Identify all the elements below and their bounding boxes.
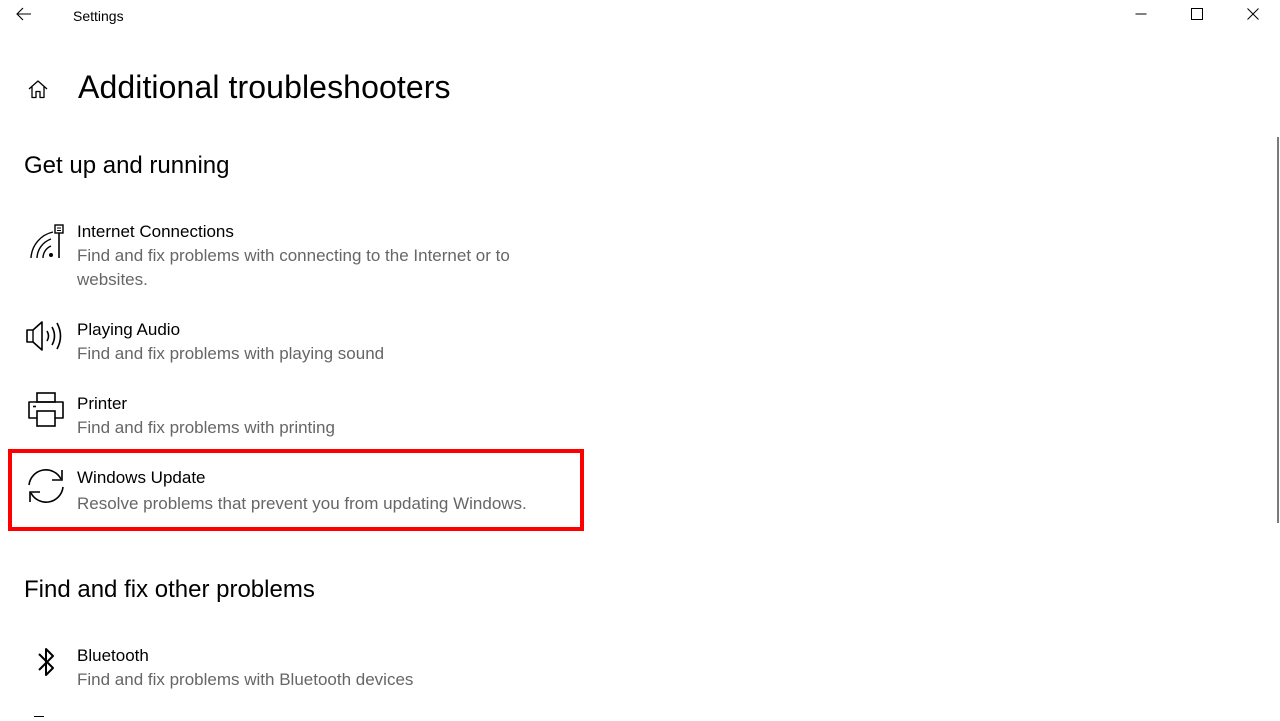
app-title: Settings xyxy=(73,8,124,24)
page-header: Additional troubleshooters xyxy=(24,62,451,112)
speaker-icon xyxy=(24,314,68,358)
section-title-find-and-fix-other-problems: Find and fix other problems xyxy=(24,576,315,603)
item-title: Internet Connections xyxy=(77,222,234,241)
printer-icon xyxy=(24,388,68,432)
section-title-get-up-and-running: Get up and running xyxy=(24,152,230,179)
item-description: Find and fix problems with playing sound xyxy=(77,344,385,363)
maximize-icon xyxy=(1191,7,1203,25)
title-bar: Settings xyxy=(0,0,1280,32)
troubleshooter-windows-update[interactable]: Windows Update Resolve problems that pre… xyxy=(14,464,580,520)
item-title: Printer xyxy=(77,394,128,413)
item-title: Bluetooth xyxy=(77,646,149,665)
minimize-icon xyxy=(1135,7,1147,25)
back-arrow-icon xyxy=(16,7,32,26)
maximize-button[interactable] xyxy=(1174,0,1220,32)
internet-connection-icon xyxy=(24,220,68,264)
troubleshooter-playing-audio[interactable]: Playing Audio Find and fix problems with… xyxy=(14,316,580,372)
item-title: Playing Audio xyxy=(77,320,181,339)
item-description: Find and fix problems with Bluetooth dev… xyxy=(77,670,414,689)
item-description: Find and fix problems with printing xyxy=(77,418,335,437)
close-button[interactable] xyxy=(1230,0,1276,32)
back-button[interactable] xyxy=(10,4,38,28)
scrollbar[interactable] xyxy=(1277,137,1279,523)
item-title: Windows Update xyxy=(77,468,206,487)
bluetooth-icon xyxy=(24,640,68,684)
troubleshooter-internet-connections[interactable]: Internet Connections Find and fix proble… xyxy=(14,218,580,294)
item-description: Find and fix problems with connecting to… xyxy=(77,246,510,289)
next-item-icon-partial xyxy=(34,716,44,721)
troubleshooter-bluetooth[interactable]: Bluetooth Find and fix problems with Blu… xyxy=(14,642,580,698)
troubleshooter-printer[interactable]: Printer Find and fix problems with print… xyxy=(14,390,580,446)
sync-icon xyxy=(24,464,68,508)
item-description: Resolve problems that prevent you from u… xyxy=(77,494,527,513)
minimize-button[interactable] xyxy=(1118,0,1164,32)
page-title: Additional troubleshooters xyxy=(78,68,451,105)
close-icon xyxy=(1247,7,1259,25)
home-icon[interactable] xyxy=(24,75,52,103)
